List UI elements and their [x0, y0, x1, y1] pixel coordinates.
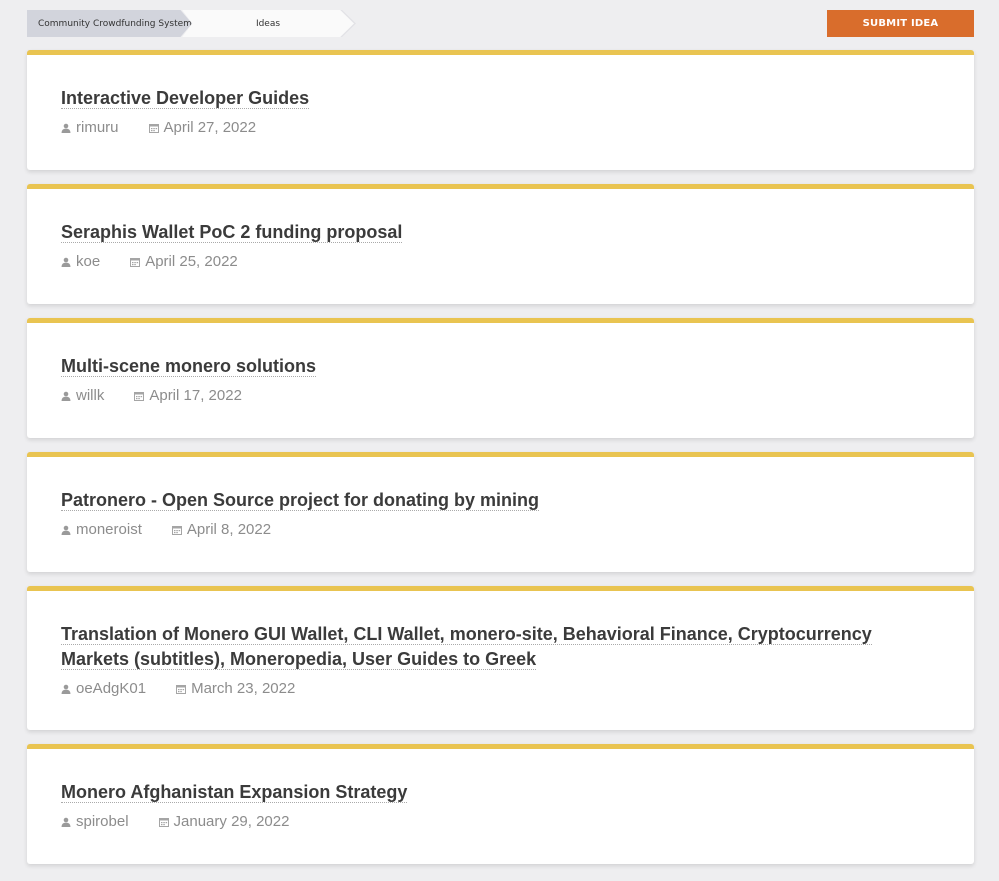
idea-card: Translation of Monero GUI Wallet, CLI Wa…: [27, 586, 974, 730]
calendar-icon: [171, 525, 182, 535]
idea-author-name: rimuru: [76, 119, 119, 136]
idea-author: spirobel: [61, 813, 129, 830]
idea-title-link[interactable]: Translation of Monero GUI Wallet, CLI Wa…: [61, 624, 872, 670]
calendar-icon: [176, 684, 187, 694]
breadcrumb-current: Ideas: [182, 10, 354, 37]
idea-title-link[interactable]: Interactive Developer Guides: [61, 88, 310, 109]
calendar-icon: [158, 817, 169, 827]
submit-idea-button[interactable]: SUBMIT IDEA: [827, 10, 974, 37]
idea-author: willk: [61, 387, 104, 404]
idea-meta: willk April 17, 2022: [61, 387, 940, 404]
idea-title-link[interactable]: Multi-scene monero solutions: [61, 356, 317, 377]
idea-meta: koe April 25, 2022: [61, 253, 940, 270]
idea-date-value: April 17, 2022: [149, 387, 242, 404]
idea-title-link[interactable]: Patronero - Open Source project for dona…: [61, 490, 540, 511]
calendar-icon: [148, 123, 159, 133]
idea-date-value: March 23, 2022: [191, 680, 296, 697]
idea-date-value: January 29, 2022: [173, 813, 290, 830]
idea-author: moneroist: [61, 521, 142, 538]
idea-author-name: oeAdgK01: [76, 680, 147, 697]
idea-date-value: April 27, 2022: [163, 119, 257, 136]
calendar-icon: [134, 391, 145, 401]
user-icon: [61, 257, 71, 267]
idea-author: koe: [61, 253, 100, 270]
idea-author-name: spirobel: [76, 813, 129, 830]
idea-author: rimuru: [61, 119, 119, 136]
idea-meta: spirobel January 29, 2022: [61, 813, 940, 830]
idea-card: Patronero - Open Source project for dona…: [27, 452, 974, 572]
user-icon: [61, 391, 71, 401]
idea-date: January 29, 2022: [158, 813, 290, 830]
user-icon: [61, 817, 71, 827]
ideas-list: Interactive Developer Guides rimuru Apri…: [27, 50, 974, 878]
idea-card: Interactive Developer Guides rimuru Apri…: [27, 50, 974, 170]
idea-title-link[interactable]: Seraphis Wallet PoC 2 funding proposal: [61, 222, 403, 243]
breadcrumb-root[interactable]: Community Crowdfunding System: [27, 10, 192, 37]
idea-author-name: koe: [76, 253, 101, 270]
idea-date-value: April 25, 2022: [145, 253, 238, 270]
idea-author-name: willk: [76, 387, 105, 404]
user-icon: [61, 684, 71, 694]
idea-author-name: moneroist: [76, 521, 142, 538]
idea-card: Monero Afghanistan Expansion Strategy sp…: [27, 744, 974, 864]
idea-meta: rimuru April 27, 2022: [61, 119, 940, 136]
calendar-icon: [130, 257, 141, 267]
idea-date: April 27, 2022: [148, 119, 257, 136]
idea-date-value: April 8, 2022: [186, 521, 272, 538]
breadcrumb: Community Crowdfunding System Ideas: [27, 10, 356, 37]
idea-meta: moneroist April 8, 2022: [61, 521, 940, 538]
idea-date: March 23, 2022: [176, 680, 295, 697]
idea-card: Seraphis Wallet PoC 2 funding proposal k…: [27, 184, 974, 304]
idea-card: Multi-scene monero solutions willk April…: [27, 318, 974, 438]
idea-date: April 17, 2022: [134, 387, 242, 404]
idea-author: oeAdgK01: [61, 680, 146, 697]
idea-date: April 8, 2022: [171, 521, 272, 538]
user-icon: [61, 525, 71, 535]
idea-meta: oeAdgK01 March 23, 2022: [61, 680, 940, 697]
idea-date: April 25, 2022: [130, 253, 238, 270]
idea-title-link[interactable]: Monero Afghanistan Expansion Strategy: [61, 782, 408, 803]
top-bar: Community Crowdfunding System Ideas SUBM…: [27, 10, 974, 37]
user-icon: [61, 123, 71, 133]
